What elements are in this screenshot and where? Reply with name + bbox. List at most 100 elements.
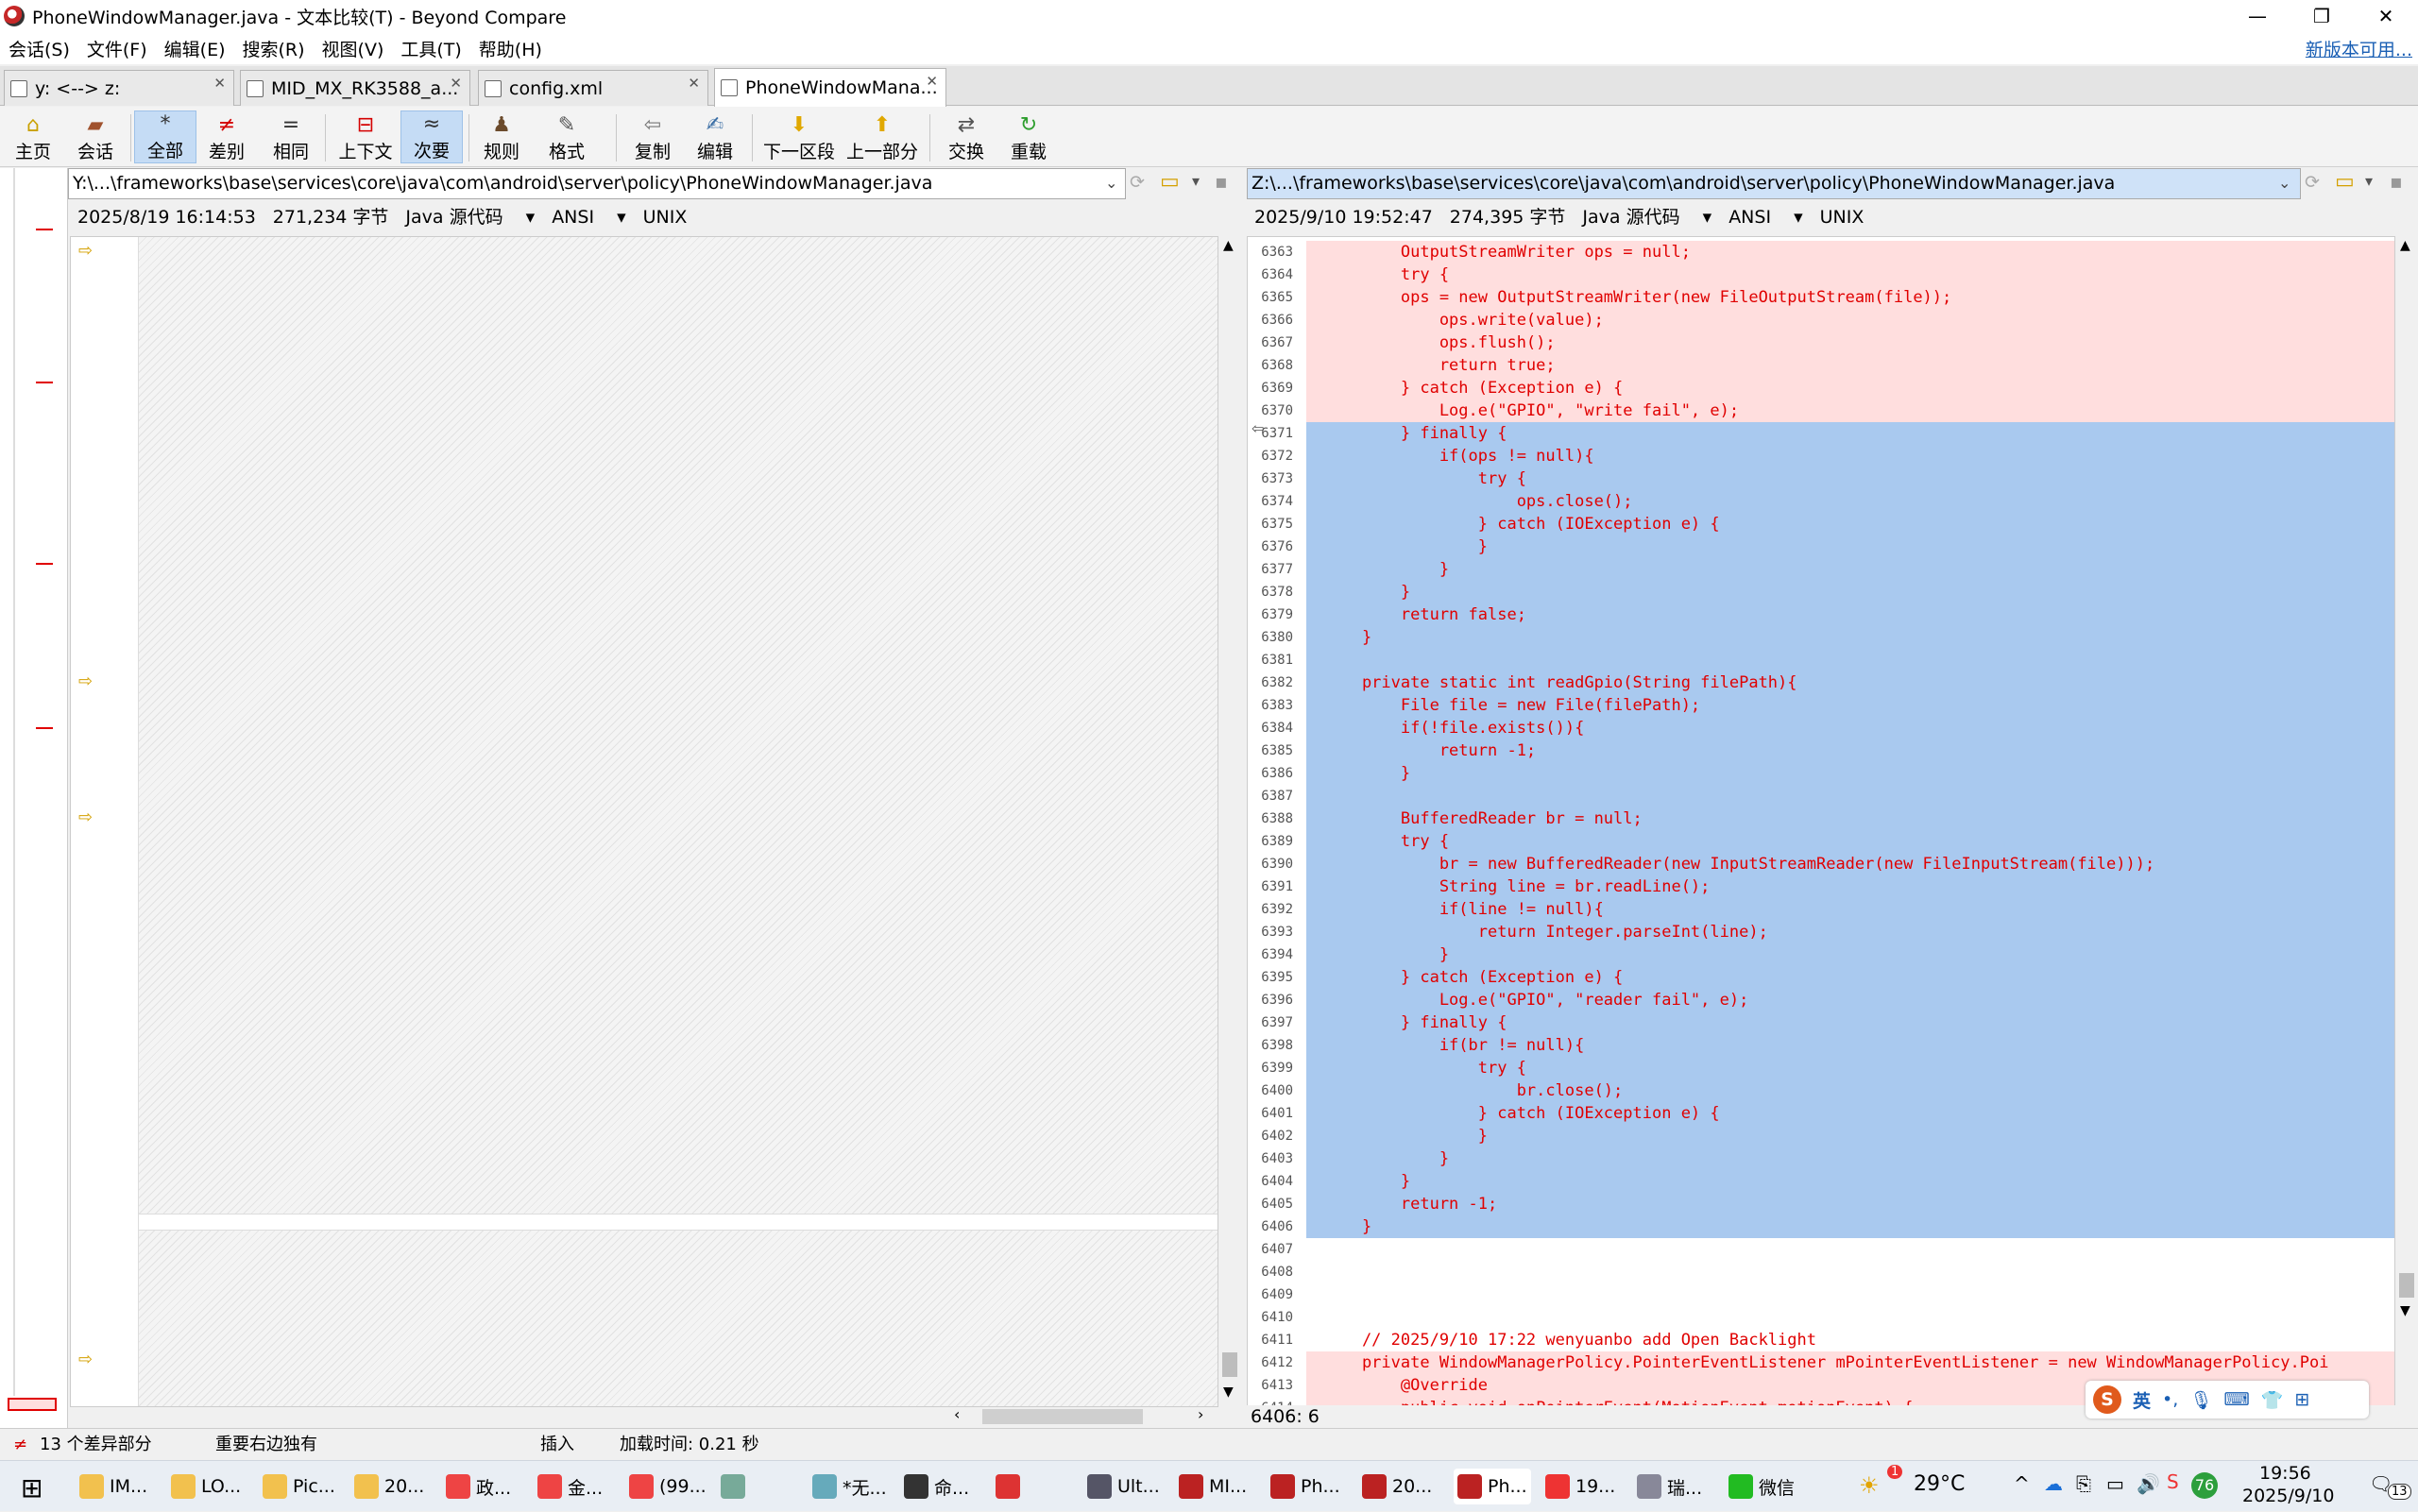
close-tab-icon[interactable]: ✕: [688, 75, 700, 92]
taskbar-app[interactable]: Ph...: [1270, 1469, 1340, 1504]
taskbar-app[interactable]: 19...: [1545, 1469, 1615, 1504]
taskbar-app[interactable]: 金...: [537, 1469, 603, 1504]
right-vertical-scrollbar[interactable]: ▲ ▼: [2395, 236, 2418, 1407]
code-line[interactable]: 6402 }: [1248, 1125, 2394, 1147]
scroll-up-icon[interactable]: ▲: [2400, 238, 2410, 253]
cloud-icon[interactable]: ☁: [2044, 1472, 2063, 1495]
code-line[interactable]: 6392 if(line != null){: [1248, 898, 2394, 921]
left-refresh-icon[interactable]: ⟳: [1130, 172, 1145, 193]
code-line[interactable]: 6379 return false;: [1248, 603, 2394, 626]
code-line[interactable]: 6370 Log.e("GPIO", "write fail", e);: [1248, 399, 2394, 422]
code-line[interactable]: 6383 File file = new File(filePath);: [1248, 694, 2394, 717]
right-path-dropdown-icon[interactable]: ⌄: [2278, 174, 2290, 192]
taskbar-app[interactable]: 20...: [354, 1469, 424, 1504]
temperature[interactable]: 29°C: [1914, 1472, 1965, 1496]
code-line[interactable]: 6374 ops.close();: [1248, 490, 2394, 513]
left-format-dropdown[interactable]: Java 源代码 ▾: [405, 202, 535, 232]
scroll-left-icon[interactable]: ‹: [954, 1405, 960, 1423]
code-line[interactable]: 6406 }: [1248, 1215, 2394, 1238]
right-open-dropdown-icon[interactable]: ▾: [2365, 172, 2373, 190]
copy-arrow-icon[interactable]: ⇨: [78, 673, 97, 690]
left-scroll-thumb[interactable]: [1222, 1352, 1237, 1377]
right-save-icon[interactable]: ▪: [2390, 170, 2403, 193]
context-button[interactable]: ⊟ 上下文: [334, 110, 397, 163]
taskbar-app[interactable]: 微信: [1728, 1469, 1795, 1504]
scroll-down-icon[interactable]: ▼: [2400, 1303, 2410, 1318]
taskbar-app[interactable]: [996, 1469, 1026, 1504]
code-line[interactable]: 6391 String line = br.readLine();: [1248, 875, 2394, 898]
ime-toolbar[interactable]: S 英 •, 🎙 ⌨ 👕 ⊞: [2086, 1381, 2369, 1419]
code-line[interactable]: 6363 OutputStreamWriter ops = null;: [1248, 241, 2394, 263]
code-line[interactable]: 6400 br.close();: [1248, 1079, 2394, 1102]
new-version-link[interactable]: 新版本可用...: [2306, 36, 2412, 61]
left-encoding-dropdown[interactable]: ANSI ▾: [552, 202, 625, 232]
code-line[interactable]: 6396 Log.e("GPIO", "reader fail", e);: [1248, 989, 2394, 1011]
diff-overview-strip[interactable]: [0, 168, 68, 1436]
code-line[interactable]: 6375 } catch (IOException e) {: [1248, 513, 2394, 535]
taskbar-app[interactable]: (99...: [629, 1469, 707, 1504]
code-line[interactable]: 6393 return Integer.parseInt(line);: [1248, 921, 2394, 943]
sogou-tray-icon[interactable]: S: [2167, 1470, 2179, 1493]
right-text-pane[interactable]: 6363 OutputStreamWriter ops = null; 6364 …: [1247, 236, 2395, 1407]
code-line[interactable]: 6376 }: [1248, 535, 2394, 558]
copy-arrow-icon[interactable]: ⇨: [78, 1351, 97, 1368]
code-line[interactable]: 6387: [1248, 785, 2394, 807]
code-line[interactable]: 6382 private static int readGpio(String …: [1248, 671, 2394, 694]
taskbar-app[interactable]: *无...: [812, 1469, 887, 1504]
menu-tools[interactable]: 工具(T): [392, 36, 469, 61]
code-line[interactable]: 6401 } catch (IOException e) {: [1248, 1102, 2394, 1125]
close-button[interactable]: ✕: [2354, 0, 2418, 32]
network-icon[interactable]: ⎘: [2076, 1472, 2091, 1495]
code-line[interactable]: 6371 } finally {: [1248, 422, 2394, 445]
tab-folder-compare[interactable]: y: <--> z: ✕: [4, 70, 234, 106]
code-line[interactable]: 6397 } finally {: [1248, 1011, 2394, 1034]
taskbar-app[interactable]: 瑞...: [1637, 1469, 1702, 1504]
tab-config-xml[interactable]: config.xml ✕: [478, 70, 708, 106]
copy-arrow-icon[interactable]: ⇨: [78, 243, 97, 260]
left-save-icon[interactable]: ▪: [1215, 170, 1228, 193]
code-line[interactable]: 6403 }: [1248, 1147, 2394, 1170]
code-line[interactable]: 6384 if(!file.exists()){: [1248, 717, 2394, 739]
code-line[interactable]: 6394 }: [1248, 943, 2394, 966]
code-line[interactable]: 6399 try {: [1248, 1057, 2394, 1079]
close-tab-icon[interactable]: ✕: [213, 75, 226, 92]
left-text-pane[interactable]: ⇨ ⇨ ⇨ ⇨: [70, 236, 1218, 1407]
volume-icon[interactable]: 🔊: [2137, 1472, 2160, 1495]
code-line[interactable]: 6385 return -1;: [1248, 739, 2394, 762]
menu-edit[interactable]: 编辑(E): [156, 36, 234, 61]
code-line[interactable]: 6367 ops.flush();: [1248, 331, 2394, 354]
right-scroll-thumb[interactable]: [2399, 1273, 2414, 1298]
menu-file[interactable]: 文件(F): [78, 36, 156, 61]
code-line[interactable]: 6380 }: [1248, 626, 2394, 649]
code-line[interactable]: 6410: [1248, 1306, 2394, 1329]
code-line[interactable]: 6373 try {: [1248, 467, 2394, 490]
taskbar-app[interactable]: Ph...: [1454, 1469, 1531, 1504]
minimize-button[interactable]: —: [2225, 0, 2290, 32]
code-line[interactable]: 6405 return -1;: [1248, 1193, 2394, 1215]
taskbar-app[interactable]: Ult...: [1087, 1469, 1160, 1504]
code-line[interactable]: 6409: [1248, 1283, 2394, 1306]
code-line[interactable]: 6364 try {: [1248, 263, 2394, 286]
reload-button[interactable]: ↻ 重载: [1003, 110, 1054, 163]
swap-button[interactable]: ⇄ 交换: [941, 110, 992, 163]
code-line[interactable]: 6404 }: [1248, 1170, 2394, 1193]
horizontal-scrollbar[interactable]: ‹ ›: [954, 1405, 1218, 1428]
code-line[interactable]: 6368 return true;: [1248, 354, 2394, 377]
microphone-icon[interactable]: 🎙: [2189, 1389, 2212, 1411]
code-line[interactable]: 6412 private WindowManagerPolicy.Pointer…: [1248, 1351, 2394, 1374]
taskbar-app[interactable]: [721, 1469, 751, 1504]
ime-language[interactable]: 英: [2133, 1387, 2151, 1413]
right-open-folder-icon[interactable]: ▭: [2335, 170, 2355, 194]
taskbar-app[interactable]: 命...: [904, 1469, 969, 1504]
right-format-dropdown[interactable]: Java 源代码 ▾: [1582, 202, 1711, 232]
taskbar-app[interactable]: 政...: [446, 1469, 511, 1504]
clock-time[interactable]: 19:56: [2259, 1463, 2311, 1484]
code-line[interactable]: 6366 ops.write(value);: [1248, 309, 2394, 331]
code-line[interactable]: 6398 if(br != null){: [1248, 1034, 2394, 1057]
scroll-down-icon[interactable]: ▼: [1223, 1385, 1234, 1400]
filter-all-button[interactable]: * 全部: [134, 110, 196, 163]
close-tab-icon[interactable]: ✕: [926, 73, 938, 90]
taskbar-app[interactable]: 20...: [1362, 1469, 1432, 1504]
tab-mid-mx[interactable]: MID_MX_RK3588_a... ✕: [240, 70, 470, 106]
code-line[interactable]: 6377 }: [1248, 558, 2394, 581]
